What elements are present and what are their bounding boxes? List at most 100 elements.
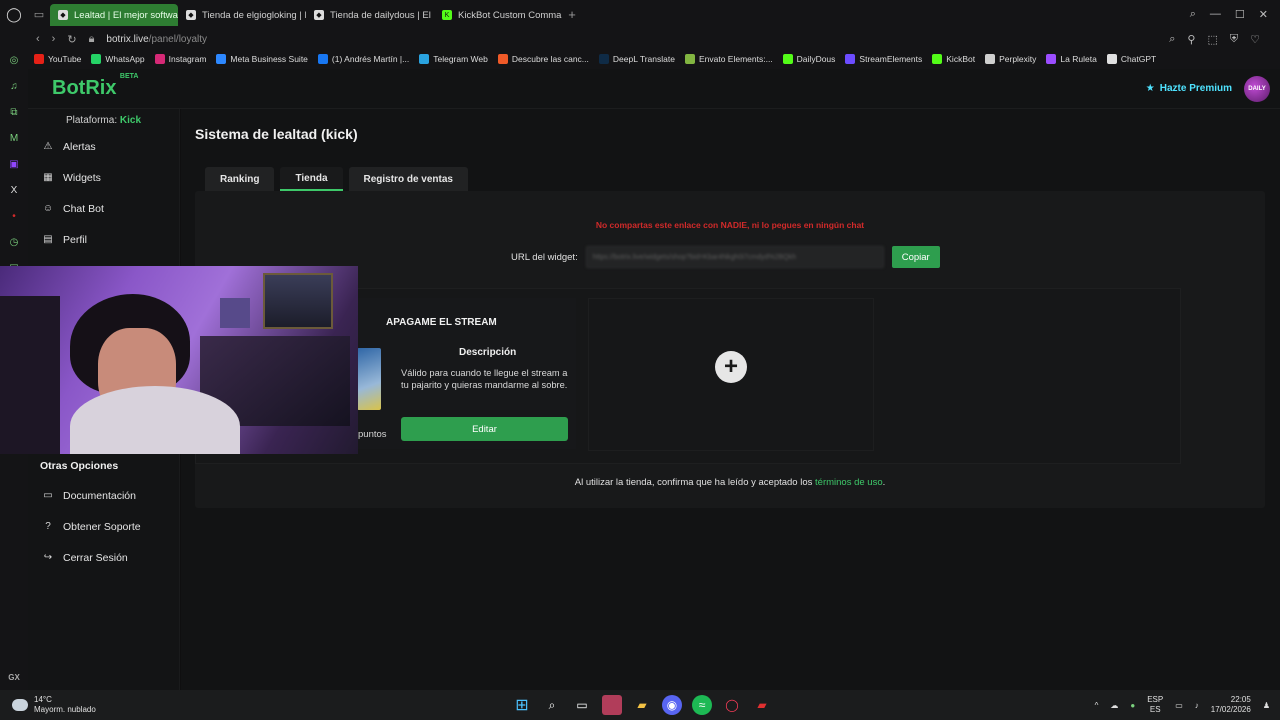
folder-icon[interactable]: ▰	[632, 695, 652, 715]
sidebar-item-label: Chat Bot	[63, 202, 104, 215]
sidebar-item-widgets[interactable]: ▦ Widgets	[28, 162, 179, 193]
bookmark-label: ChatGPT	[1120, 54, 1157, 64]
windows-start-icon[interactable]: ⊞	[512, 695, 532, 715]
search-icon[interactable]: ⌕	[542, 695, 562, 715]
maximize-icon[interactable]: ☐	[1235, 8, 1245, 21]
player-icon[interactable]: ♫	[7, 79, 21, 93]
bookmark-item[interactable]: Telegram Web	[419, 54, 488, 64]
tab-registro-de-ventas[interactable]: Registro de ventas	[348, 167, 468, 191]
browser-tab-3[interactable]: ◆ Tienda de dailydous | El m	[306, 4, 434, 26]
app-icon[interactable]	[602, 695, 622, 715]
back-icon[interactable]: ‹	[36, 33, 40, 46]
bookmark-item[interactable]: YouTube	[34, 54, 81, 64]
bookmark-item[interactable]: ChatGPT	[1106, 54, 1157, 64]
other-options-title: Otras Opciones	[40, 460, 119, 472]
bookmark-item[interactable]: Instagram	[154, 54, 206, 64]
bookmark-favicon-icon	[154, 54, 165, 64]
bookmark-item[interactable]: StreamElements	[845, 54, 922, 64]
sidebar-item-chat-bot[interactable]: ☺ Chat Bot	[28, 193, 179, 224]
x-icon[interactable]: X	[7, 183, 21, 197]
clock[interactable]: 22:05 17/02/2026	[1211, 695, 1251, 715]
lang-top: ESP	[1147, 695, 1164, 704]
language-indicator[interactable]: ESP ES	[1147, 695, 1163, 715]
bookmark-item[interactable]: La Ruleta	[1046, 54, 1097, 64]
terms-link[interactable]: términos de uso	[815, 477, 883, 488]
chevron-up-icon[interactable]: ^	[1095, 701, 1099, 710]
browser-tab-2[interactable]: ◆ Tienda de elgiogloking | E	[178, 4, 306, 26]
twitch-icon[interactable]: ▣	[7, 157, 21, 171]
bookmark-item[interactable]: Envato Elements:...	[684, 54, 773, 64]
add-item-card[interactable]: +	[588, 298, 874, 451]
add-icon[interactable]: +	[715, 351, 747, 383]
platform-value: Kick	[119, 115, 142, 126]
sidebar-item-label: Alertas	[63, 140, 96, 153]
close-icon[interactable]: ✕	[1259, 8, 1268, 21]
opera-logo-icon[interactable]: ◯	[0, 0, 28, 29]
network-icon[interactable]: ▭	[1175, 701, 1183, 710]
bookmark-icon[interactable]: ⚲	[1187, 33, 1195, 46]
history-icon[interactable]: ◷	[7, 235, 21, 249]
bookmark-label: Telegram Web	[433, 54, 488, 64]
app-icon[interactable]: ▰	[752, 695, 772, 715]
gx-control-icon[interactable]: ⧉	[7, 105, 21, 119]
messenger-icon[interactable]: M	[7, 131, 21, 145]
bookmark-item[interactable]: Perplexity	[985, 54, 1036, 64]
bookmark-item[interactable]: Descubre las canc...	[497, 54, 589, 64]
spotify-icon[interactable]: ≈	[692, 695, 712, 715]
mic-icon[interactable]: ●	[1130, 701, 1135, 710]
browser-tab-4[interactable]: K KickBot Custom Comman	[434, 4, 562, 26]
tab-tienda[interactable]: Tienda	[280, 167, 343, 191]
volume-icon[interactable]: ♪	[1195, 701, 1199, 710]
terms-notice: Al utilizar la tienda, confirma que ha l…	[195, 477, 1265, 488]
item-image	[357, 348, 381, 410]
bookmark-favicon-icon	[985, 54, 996, 64]
forward-icon[interactable]: ›	[52, 33, 56, 46]
bookmark-item[interactable]: KickBot	[932, 54, 975, 64]
opera-gx-icon[interactable]: ◯	[722, 695, 742, 715]
widget-url-input[interactable]: https://botrix.live/widgets/shop?bid=Kba…	[585, 246, 884, 268]
bookmark-item[interactable]: WhatsApp	[91, 54, 145, 64]
sidebar-item-alertas[interactable]: ⚠ Alertas	[28, 131, 179, 162]
bookmark-favicon-icon	[845, 54, 856, 64]
address-actions: ⌕ ⚲ ⬚ ⛨ ♡	[1169, 33, 1280, 46]
sidebar-item-perfil[interactable]: ▤ Perfil	[28, 224, 179, 255]
tab-switcher-icon[interactable]: ▭	[28, 0, 50, 29]
discord-icon[interactable]: ◉	[662, 695, 682, 715]
bookmark-favicon-icon	[317, 54, 328, 64]
bookmark-item[interactable]: Meta Business Suite	[216, 54, 308, 64]
sidebar-item-documentaci-n[interactable]: ▭ Documentación	[28, 480, 180, 511]
avatar[interactable]: DAILY	[1244, 75, 1270, 102]
item-description-title: Descripción	[459, 347, 517, 358]
edit-item-button[interactable]: Editar	[401, 417, 568, 441]
other-options-list: ▭ Documentación? Obtener Soporte ↪ Cerrar Se…	[28, 480, 180, 573]
copy-button[interactable]: Copiar	[891, 246, 940, 268]
premium-button[interactable]: ★ Hazte Premium	[1146, 83, 1232, 94]
task-view-icon[interactable]: ▭	[572, 695, 592, 715]
tab-ranking[interactable]: Ranking	[205, 167, 275, 191]
bookmark-item[interactable]: DailyDous	[782, 54, 836, 64]
reload-icon[interactable]: ↻	[67, 33, 76, 46]
clock-time: 22:05	[1230, 695, 1251, 704]
bookmark-favicon-icon	[1046, 54, 1057, 64]
browser-tab-1[interactable]: ◆ Lealtad | El mejor softwar	[50, 4, 178, 26]
aria-icon[interactable]: ◎	[7, 53, 21, 67]
webcam-poster	[263, 273, 333, 329]
search-icon[interactable]: ⌕	[1190, 8, 1196, 21]
bookmark-item[interactable]: (1) Andrés Martín |...	[317, 54, 409, 64]
heart-icon[interactable]: ♡	[1250, 33, 1260, 46]
bookmark-item[interactable]: DeepL Translate	[598, 54, 675, 64]
shield-icon[interactable]: ⛨	[1230, 33, 1238, 46]
new-tab-icon[interactable]: +	[562, 7, 582, 22]
recording-icon[interactable]: •	[7, 209, 21, 223]
botrix-logo[interactable]: BotRix BETA	[52, 73, 138, 100]
sidebar-item-cerrar-sesi-n[interactable]: ↪ Cerrar Sesión	[28, 542, 180, 573]
snapshot-icon[interactable]: ⬚	[1207, 33, 1217, 46]
onedrive-icon[interactable]: ☁	[1110, 701, 1118, 710]
zoom-icon[interactable]: ⌕	[1169, 33, 1175, 46]
weather-widget[interactable]: 14°C Mayorm. nublado	[0, 695, 96, 715]
url-field[interactable]: botrix.live/panel/loyalty	[106, 34, 207, 45]
notification-icon[interactable]: ♟	[1263, 701, 1270, 710]
bookmark-label: DailyDous	[796, 54, 836, 64]
sidebar-item-obtener-soporte[interactable]: ? Obtener Soporte	[28, 511, 180, 542]
minimize-icon[interactable]: —	[1210, 8, 1221, 21]
